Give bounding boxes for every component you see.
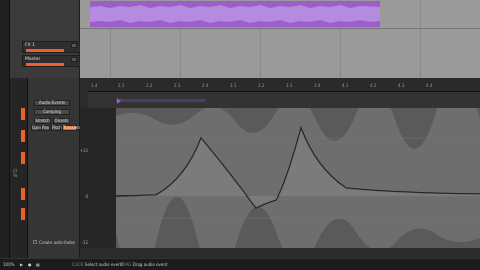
track-name: Master bbox=[25, 57, 41, 62]
volume-fader[interactable] bbox=[26, 63, 64, 66]
left-inspector-strip bbox=[0, 0, 10, 258]
ruler-tick: 2.2 bbox=[146, 83, 153, 88]
auto-fades-label: Create auto-fades bbox=[39, 240, 76, 245]
pan-button[interactable]: Pan bbox=[41, 125, 50, 131]
clip-inspector: Audio Events Comping Stretch Onsets Gain… bbox=[28, 78, 81, 258]
ruler-tick: 4.3 bbox=[398, 83, 405, 88]
gain-scale: +12 0 -12 bbox=[80, 108, 116, 248]
stretch-button[interactable]: Stretch bbox=[34, 118, 51, 124]
playhead-marker[interactable] bbox=[117, 98, 121, 104]
pitch-button[interactable]: Pitch bbox=[51, 125, 62, 131]
play-icon[interactable]: ▶ bbox=[20, 262, 23, 267]
ruler-tick: 2.1 bbox=[118, 83, 125, 88]
clip-range-bar[interactable] bbox=[116, 99, 206, 102]
editor-waveform bbox=[115, 79, 480, 270]
gain-button[interactable]: Gain bbox=[31, 125, 41, 131]
clip-waveform bbox=[90, 5, 380, 23]
drag-key: DRAG bbox=[120, 262, 132, 267]
audio-events-button[interactable]: Audio Events bbox=[34, 100, 70, 106]
track-name: FX 1 bbox=[25, 43, 35, 48]
side-tab[interactable] bbox=[21, 208, 25, 220]
ruler-tick: 3.4 bbox=[314, 83, 321, 88]
track-header-fx1[interactable]: FX 1 bbox=[22, 41, 88, 53]
clip-header-strip[interactable] bbox=[88, 92, 480, 108]
zoom-readout[interactable]: 100% bbox=[3, 262, 14, 267]
scale-label: 0 bbox=[85, 194, 88, 199]
side-tab[interactable] bbox=[21, 108, 25, 120]
ruler-tick: 2.4 bbox=[202, 83, 209, 88]
transient-button[interactable]: Transient bbox=[62, 125, 81, 131]
ruler-tick: 4.4 bbox=[426, 83, 433, 88]
click-key: CLICK bbox=[72, 262, 84, 267]
mute-button[interactable] bbox=[71, 43, 77, 48]
side-tab[interactable] bbox=[21, 152, 25, 164]
grid-icon[interactable]: ▦ bbox=[36, 262, 40, 267]
scale-label: -12 bbox=[81, 240, 88, 245]
drag-action: Drag audio event bbox=[132, 262, 168, 267]
click-action: Select audio event bbox=[84, 262, 123, 267]
side-tab[interactable] bbox=[21, 130, 25, 142]
editor-side-strip: CLIP bbox=[10, 78, 28, 258]
ruler-tick: 3.2 bbox=[258, 83, 265, 88]
editor-ruler[interactable]: 1.4 2.1 2.2 2.3 2.4 3.1 3.2 3.3 3.4 4.1 … bbox=[88, 80, 480, 92]
onsets-button[interactable]: Onsets bbox=[53, 118, 70, 124]
audio-clip[interactable] bbox=[90, 1, 380, 27]
ruler-tick: 3.3 bbox=[286, 83, 293, 88]
auto-fades-checkbox[interactable] bbox=[33, 240, 37, 244]
ruler-tick: 1.4 bbox=[91, 83, 98, 88]
ruler-tick: 2.3 bbox=[174, 83, 181, 88]
record-icon[interactable]: ● bbox=[28, 262, 32, 267]
comping-button[interactable]: Comping bbox=[34, 109, 70, 115]
clip-side-label: CLIP bbox=[12, 168, 18, 178]
side-tab[interactable] bbox=[21, 188, 25, 200]
audio-event-editor[interactable] bbox=[115, 79, 480, 270]
ruler-tick: 3.1 bbox=[230, 83, 237, 88]
track-header-panel: FX 1 Master bbox=[10, 0, 88, 78]
ruler-tick: 4.1 bbox=[342, 83, 349, 88]
volume-fader[interactable] bbox=[26, 49, 64, 52]
scale-label: +12 bbox=[79, 148, 88, 153]
status-bar: 100% ▶ ● ▦ CLICK Select audio event DRAG… bbox=[0, 258, 480, 270]
ruler-tick: 4.2 bbox=[370, 83, 377, 88]
track-header-master[interactable]: Master bbox=[22, 55, 88, 67]
mute-button[interactable] bbox=[71, 57, 77, 62]
